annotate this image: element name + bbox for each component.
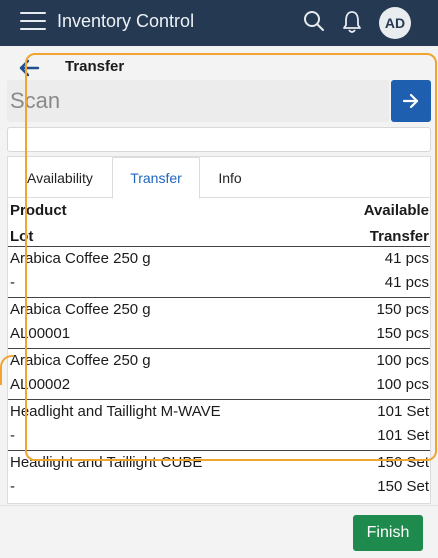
- footer-bar: Finish: [0, 505, 438, 558]
- app-bar: Inventory Control AD: [0, 0, 438, 46]
- available-qty: 150 Set: [377, 454, 429, 471]
- scan-submit-button[interactable]: [391, 80, 431, 122]
- menu-icon[interactable]: [20, 12, 46, 32]
- available-qty: 150 pcs: [376, 301, 429, 318]
- product-name: Headlight and Taillight M-WAVE: [10, 403, 221, 420]
- table-row[interactable]: Arabica Coffee 250 g - 41 pcs 41 pcs: [8, 247, 430, 298]
- info-field: [7, 127, 431, 152]
- table-row[interactable]: Arabica Coffee 250 g AL00002 100 pcs 100…: [8, 349, 430, 400]
- back-arrow-icon[interactable]: [18, 58, 40, 78]
- tab-bar: Availability Transfer Info: [8, 157, 430, 199]
- app-title: Inventory Control: [57, 11, 195, 31]
- lot-number: AL00001: [10, 325, 71, 342]
- transfer-qty: 101 Set: [377, 427, 429, 444]
- tab-availability[interactable]: Availability: [8, 157, 112, 198]
- header-lot: Lot: [10, 228, 34, 245]
- tab-transfer[interactable]: Transfer: [112, 157, 200, 199]
- product-name: Arabica Coffee 250 g: [10, 352, 151, 369]
- transfer-qty: 150 pcs: [376, 325, 429, 342]
- header-transfer: Transfer: [369, 228, 429, 245]
- lot-number: -: [10, 274, 15, 291]
- table-header: Product Lot Available Transfer: [8, 202, 430, 247]
- available-qty: 41 pcs: [384, 250, 429, 267]
- scan-input[interactable]: [7, 80, 389, 122]
- available-qty: 100 pcs: [376, 352, 429, 369]
- table-row[interactable]: Arabica Coffee 250 g AL00001 150 pcs 150…: [8, 298, 430, 349]
- lot-number: -: [10, 427, 15, 444]
- transfer-qty: 41 pcs: [384, 274, 429, 291]
- product-name: Arabica Coffee 250 g: [10, 301, 151, 318]
- avatar[interactable]: AD: [379, 7, 411, 39]
- lot-number: AL00002: [10, 376, 71, 393]
- tab-info[interactable]: Info: [200, 157, 260, 198]
- product-name: Arabica Coffee 250 g: [10, 250, 151, 267]
- table-row[interactable]: Headlight and Taillight M-WAVE - 101 Set…: [8, 400, 430, 451]
- bell-icon[interactable]: [341, 10, 363, 34]
- transfer-card: Availability Transfer Info Product Lot A…: [7, 156, 431, 504]
- arrow-right-icon: [402, 93, 419, 109]
- transfer-qty: 100 pcs: [376, 376, 429, 393]
- product-name: Headlight and Taillight CUBE: [10, 454, 203, 471]
- header-available: Available: [363, 202, 429, 219]
- header-product: Product: [10, 202, 67, 219]
- page-title: Transfer: [65, 58, 125, 75]
- transfer-qty: 150 Set: [377, 478, 429, 495]
- search-icon[interactable]: [303, 10, 325, 32]
- transfer-table: Product Lot Available Transfer Arabica C…: [8, 202, 430, 502]
- available-qty: 101 Set: [377, 403, 429, 420]
- finish-button[interactable]: Finish: [353, 515, 423, 551]
- lot-number: -: [10, 478, 15, 495]
- table-row[interactable]: Headlight and Taillight CUBE - 150 Set 1…: [8, 451, 430, 502]
